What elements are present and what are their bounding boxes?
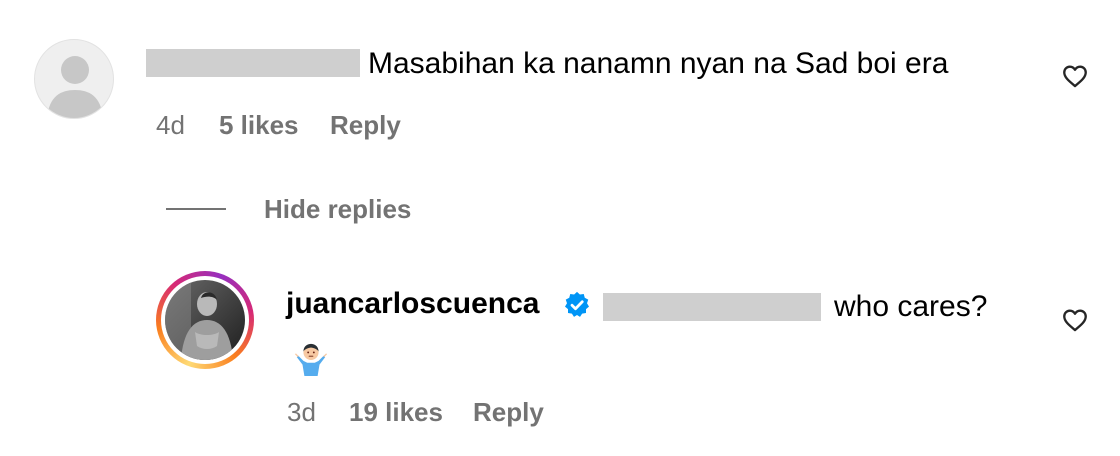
person-shrugging-emoji-icon [294,343,328,376]
reply-likes-count[interactable]: 19 likes [349,397,443,427]
hide-replies-button[interactable]: Hide replies [264,194,411,224]
profile-photo-icon [165,280,245,360]
like-heart-icon[interactable] [1060,62,1090,90]
reply-text: who cares? [834,290,988,323]
reply-reply-button[interactable]: Reply [473,397,544,427]
reply-avatar [165,280,245,360]
reply-timestamp[interactable]: 3d [287,397,316,427]
hide-replies-line [166,208,226,210]
reply-like-heart-icon[interactable] [1060,306,1090,334]
reply-username[interactable]: juancarloscuenca [286,286,539,322]
comment-text: Masabihan ka nanamn nyan na Sad boi era [368,47,949,80]
comment-timestamp[interactable]: 4d [156,110,185,140]
redacted-username [146,49,360,77]
commenter-avatar[interactable] [34,39,114,119]
default-avatar-icon [47,56,103,118]
comment-likes-count[interactable]: 5 likes [219,110,299,140]
redacted-mention [603,293,821,321]
verified-badge-icon [565,291,589,317]
comment-reply-button[interactable]: Reply [330,110,401,140]
reply-avatar-story-ring[interactable] [156,271,254,369]
